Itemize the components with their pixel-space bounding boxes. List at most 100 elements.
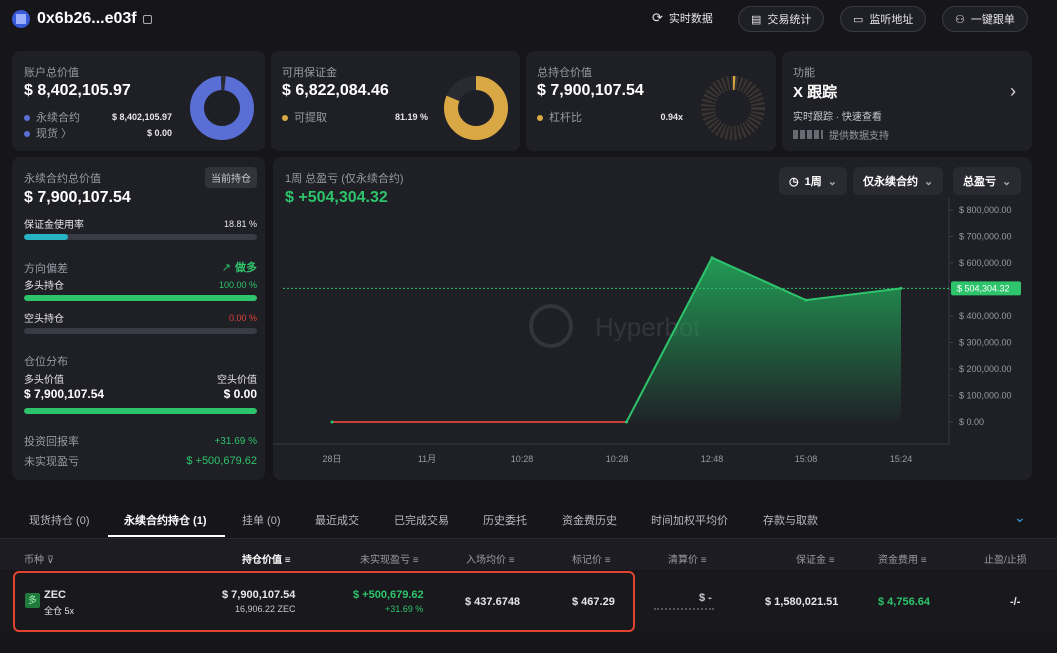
upnl-label: 未实现盈亏 xyxy=(24,456,79,468)
feature-subtitle: 实时跟踪 · 快速查看 xyxy=(793,112,882,123)
th-label: 标记价 xyxy=(572,555,602,566)
period-dropdown[interactable]: ◷ 1周 ⌄ xyxy=(779,167,847,195)
margin-usage-value: 18.81 % xyxy=(223,218,257,229)
dist-long-label: 多头价值 xyxy=(24,375,64,386)
period-label: 1周 xyxy=(804,176,822,188)
x-tick-label: 28日 xyxy=(322,454,341,464)
row-label: 杠杆比 xyxy=(549,112,582,124)
th-margin[interactable]: 保证金 ≡ xyxy=(796,551,835,566)
chevron-down-icon: ⌄ xyxy=(924,175,934,188)
tab-open-orders[interactable]: 挂单 (0) xyxy=(242,512,281,528)
metric-dropdown[interactable]: 总盈亏 ⌄ xyxy=(953,167,1022,195)
row-label: 可提取 xyxy=(294,112,327,124)
th-funding[interactable]: 资金费用 ≡ xyxy=(878,551,927,566)
donut-total xyxy=(190,75,254,140)
active-tab-underline xyxy=(108,535,225,537)
dist-label: 仓位分布 xyxy=(24,356,68,368)
roi-row: 投资回报率 +31.69 % xyxy=(24,433,257,449)
entry-price: $ 437.6748 xyxy=(465,596,521,608)
tab-order-history[interactable]: 历史委托 xyxy=(483,512,527,528)
roi-value: +31.69 % xyxy=(214,435,257,447)
x-tick-label: 15:08 xyxy=(795,454,818,464)
th-label: 未实现盈亏 xyxy=(360,555,410,566)
tab-funding-history[interactable]: 资金费历史 xyxy=(562,512,617,528)
data-provider-logo xyxy=(793,130,823,139)
th-label: 止盈/止损 xyxy=(984,555,1027,566)
legend-dot xyxy=(537,115,543,121)
pnl-point xyxy=(710,256,714,260)
th-upnl[interactable]: 未实现盈亏 ≡ xyxy=(360,551,419,566)
long-label: 多头持仓 xyxy=(24,281,64,292)
margin-usage-bar xyxy=(24,234,257,240)
tab-spot[interactable]: 现货持仓 (0) xyxy=(29,512,90,528)
tpsl-value[interactable]: -/- xyxy=(1010,596,1020,608)
copy-icon[interactable] xyxy=(143,15,152,24)
collapse-chevron-icon[interactable]: ⌄ xyxy=(1014,509,1026,526)
tab-perp[interactable]: 永续合约持仓 (1) xyxy=(124,512,207,528)
legend-dot xyxy=(282,115,288,121)
margin-usage-row: 保证金使用率 18.81 % xyxy=(24,216,257,232)
margin-usage-label: 保证金使用率 xyxy=(24,220,84,231)
realtime-data-button[interactable]: ⟳ 实时数据 xyxy=(652,10,713,26)
tab-deposits-withdrawals[interactable]: 存款与取款 xyxy=(763,512,818,528)
tab-recent-fills[interactable]: 最近成交 xyxy=(315,512,359,528)
position-value: $ 7,900,107.54 xyxy=(222,589,296,601)
margin-mode: 全仓 5x xyxy=(44,606,75,616)
row-label: 永续合约 xyxy=(36,112,80,124)
copy-trade-button[interactable]: ⚇ 一键跟单 xyxy=(942,6,1028,32)
source-row: 提供数据支持 xyxy=(793,127,889,142)
monitor-address-button[interactable]: ▭ 监听地址 xyxy=(840,6,927,32)
position-size: 16,906.22 ZEC xyxy=(235,604,296,614)
x-tick-label: 11月 xyxy=(418,454,436,464)
row-spot[interactable]: 现货 〉 $ 0.00 xyxy=(24,125,172,141)
feature-card[interactable]: 功能 X 跟踪 实时跟踪 · 快速查看 提供数据支持 › xyxy=(782,51,1032,151)
th-label: 币种 xyxy=(24,555,44,566)
th-tpsl: 止盈/止损 xyxy=(984,551,1027,566)
sort-icon: ≡ xyxy=(920,555,927,566)
chevron-down-icon: ⌄ xyxy=(827,175,837,188)
tab-twap[interactable]: 时间加权平均价 xyxy=(651,512,728,528)
bias-label: 方向偏差 xyxy=(24,263,68,275)
row-value: 81.19 % xyxy=(394,112,428,122)
trade-stats-label: 交易统计 xyxy=(767,14,812,26)
trade-stats-button[interactable]: ▤ 交易统计 xyxy=(738,6,825,32)
funding-value: $ 4,756.64 xyxy=(878,596,930,608)
th-entry[interactable]: 入场均价 ≡ xyxy=(466,551,515,566)
perp-value: $ 7,900,107.54 xyxy=(24,189,131,206)
pnl-point xyxy=(330,420,334,424)
current-position-badge[interactable]: 当前持仓 xyxy=(205,167,257,188)
row-label: 现货 〉 xyxy=(36,128,73,140)
upnl-value: $ +500,679.62 xyxy=(186,455,257,467)
watermark-logo xyxy=(529,304,573,348)
x-tick-label: 15:24 xyxy=(890,454,913,464)
legend-dot xyxy=(24,131,30,137)
th-label: 清算价 xyxy=(668,555,698,566)
liq-underline xyxy=(654,608,714,610)
refresh-icon: ⟳ xyxy=(652,10,663,25)
y-tick-label: $ 800,000.00 xyxy=(959,205,1012,215)
donut-margin xyxy=(444,76,508,140)
dist-long-fill xyxy=(24,408,257,414)
short-label: 空头持仓 xyxy=(24,314,64,325)
th-liq[interactable]: 清算价 ≡ xyxy=(668,551,707,566)
unrealized-pnl-pct: +31.69 % xyxy=(385,604,424,614)
tab-completed-trades[interactable]: 已完成交易 xyxy=(394,512,449,528)
th-mark[interactable]: 标记价 ≡ xyxy=(572,551,611,566)
th-coin[interactable]: 币种 ⊽ xyxy=(24,551,54,566)
row-withdrawable: 可提取 81.19 % xyxy=(282,109,428,125)
coin-symbol[interactable]: ZEC xyxy=(44,589,66,601)
y-tick-label: $ 100,000.00 xyxy=(959,391,1012,401)
th-value[interactable]: 持仓价值 ≡ xyxy=(242,551,291,566)
short-bar xyxy=(24,328,257,334)
card-label: 可用保证金 xyxy=(282,67,337,79)
dist-values-row: $ 7,900,107.54 $ 0.00 xyxy=(24,387,257,401)
sort-icon: ≡ xyxy=(508,555,515,566)
scope-dropdown[interactable]: 仅永续合约 ⌄ xyxy=(853,167,944,195)
monitor-icon: ▭ xyxy=(853,13,864,26)
chart-title: 1周 总盈亏 (仅永续合约) xyxy=(285,173,404,185)
donut-leverage xyxy=(701,76,765,140)
position-value-card: 总持仓价值 $ 7,900,107.54 杠杆比 0.94x xyxy=(526,51,776,151)
clock-icon: ◷ xyxy=(789,175,799,188)
trend-up-icon: ↗ xyxy=(221,261,231,274)
chart-icon: ▤ xyxy=(751,13,762,26)
